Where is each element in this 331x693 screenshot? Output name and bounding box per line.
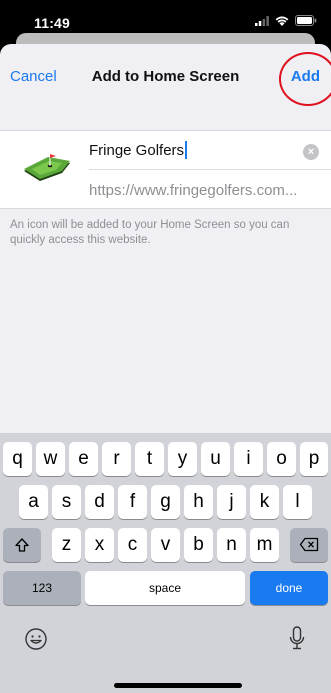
key-y[interactable]: y xyxy=(168,442,197,476)
key-r[interactable]: r xyxy=(102,442,131,476)
done-key[interactable]: done xyxy=(250,571,328,605)
bookmark-card: Fringe Golfers × https://www.fringegolfe… xyxy=(0,130,331,209)
shift-key[interactable] xyxy=(3,528,41,562)
bookmark-name-text: Fringe Golfers xyxy=(89,141,185,159)
keyboard-row-3: z x c v b n m xyxy=(0,528,331,568)
microphone-icon[interactable] xyxy=(287,626,307,652)
key-m[interactable]: m xyxy=(250,528,279,562)
key-i[interactable]: i xyxy=(234,442,263,476)
space-key[interactable]: space xyxy=(85,571,245,605)
status-icons xyxy=(255,15,317,26)
key-j[interactable]: j xyxy=(217,485,246,519)
wifi-icon xyxy=(275,16,289,26)
key-h[interactable]: h xyxy=(184,485,213,519)
key-w[interactable]: w xyxy=(36,442,65,476)
key-e[interactable]: e xyxy=(69,442,98,476)
key-b[interactable]: b xyxy=(184,528,213,562)
keyboard: q w e r t y u i o p a s d f g h j k l z … xyxy=(0,433,331,693)
clear-text-button[interactable]: × xyxy=(303,144,319,160)
key-z[interactable]: z xyxy=(52,528,81,562)
emoji-icon[interactable] xyxy=(24,627,48,651)
add-to-home-sheet: Cancel Add to Home Screen Add Fringe Gol… xyxy=(0,44,331,693)
text-cursor xyxy=(185,141,188,159)
keyboard-row-1: q w e r t y u i o p xyxy=(0,442,331,482)
key-x[interactable]: x xyxy=(85,528,114,562)
key-d[interactable]: d xyxy=(85,485,114,519)
key-s[interactable]: s xyxy=(52,485,81,519)
keyboard-row-2: a s d f g h j k l xyxy=(0,485,331,525)
annotation-circle xyxy=(279,52,331,106)
bookmark-name-field[interactable]: Fringe Golfers xyxy=(89,141,188,159)
key-t[interactable]: t xyxy=(135,442,164,476)
key-l[interactable]: l xyxy=(283,485,312,519)
key-q[interactable]: q xyxy=(3,442,32,476)
shift-icon xyxy=(15,538,29,552)
signal-icon xyxy=(255,15,269,26)
status-time: 11:49 xyxy=(34,15,71,31)
key-c[interactable]: c xyxy=(118,528,147,562)
keyboard-bottom-bar xyxy=(0,621,331,693)
key-a[interactable]: a xyxy=(19,485,48,519)
backspace-icon xyxy=(299,538,319,552)
key-u[interactable]: u xyxy=(201,442,230,476)
delete-key[interactable] xyxy=(290,528,328,562)
home-indicator xyxy=(114,683,242,688)
key-p[interactable]: p xyxy=(300,442,328,476)
key-o[interactable]: o xyxy=(267,442,296,476)
key-v[interactable]: v xyxy=(151,528,180,562)
nav-bar: Cancel Add to Home Screen Add xyxy=(0,44,331,108)
field-divider xyxy=(89,169,331,170)
key-g[interactable]: g xyxy=(151,485,180,519)
key-f[interactable]: f xyxy=(118,485,147,519)
golf-green-icon xyxy=(24,154,70,181)
numbers-key[interactable]: 123 xyxy=(3,571,81,605)
battery-icon xyxy=(295,15,317,26)
keyboard-row-4: 123 space done xyxy=(0,571,331,611)
bookmark-url: https://www.fringegolfers.com... xyxy=(89,182,298,199)
key-k[interactable]: k xyxy=(250,485,279,519)
key-n[interactable]: n xyxy=(217,528,246,562)
info-text: An icon will be added to your Home Scree… xyxy=(10,219,290,246)
